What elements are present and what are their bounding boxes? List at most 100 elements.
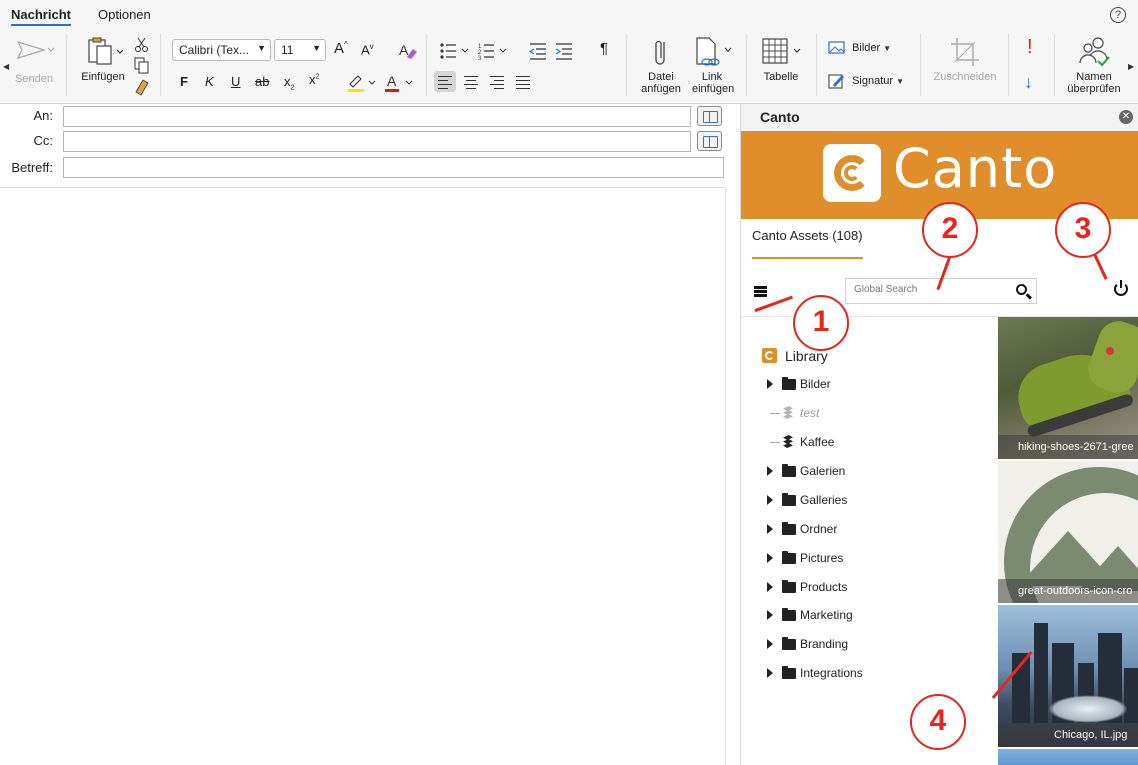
expand-arrow-icon[interactable]	[767, 379, 773, 389]
tree-item-label: Kaffee	[800, 435, 835, 449]
italic-button[interactable]: K	[205, 74, 214, 89]
signature-label: Signatur	[852, 74, 894, 87]
folder-icon	[782, 608, 796, 621]
check-names-button[interactable]: Namen überprüfen	[1062, 34, 1126, 100]
expand-arrow-icon[interactable]	[767, 668, 773, 678]
font-size-select[interactable]: 11 ▼	[274, 39, 326, 61]
align-center-button[interactable]	[460, 71, 482, 92]
table-icon	[762, 38, 801, 64]
logout-power-icon[interactable]	[1114, 280, 1128, 296]
folder-icon	[782, 551, 796, 564]
tree-item-galerien[interactable]: Galerien	[767, 463, 967, 481]
callout-2: 2	[922, 202, 978, 258]
menu-icon[interactable]	[754, 286, 767, 297]
align-left-button[interactable]	[434, 71, 456, 92]
expand-arrow-icon[interactable]	[767, 495, 773, 505]
thumbnail-hiking-shoes[interactable]: hiking-shoes-2671-gree	[998, 317, 1138, 459]
send-icon	[16, 40, 55, 60]
tree-item-ordner[interactable]: Ordner	[767, 521, 967, 539]
bullet-list-icon[interactable]	[440, 43, 469, 59]
table-button[interactable]: Tabelle	[756, 36, 806, 90]
font-name-value: Calibri (Tex...	[179, 43, 250, 57]
cc-field[interactable]	[63, 131, 691, 152]
search-input[interactable]	[854, 284, 1004, 295]
chevron-down-icon: ▼	[883, 43, 892, 53]
expand-arrow-icon[interactable]	[767, 639, 773, 649]
attach-file-button[interactable]: Datei anfügen	[638, 36, 684, 98]
tree-item-bilder[interactable]: Bilder	[767, 376, 967, 394]
album-stack-icon	[782, 406, 795, 420]
tree-item-test[interactable]: test	[767, 405, 967, 423]
low-importance-button[interactable]: ↓	[1024, 72, 1033, 93]
ribbon-scroll-right-icon[interactable]: ▶	[1128, 62, 1134, 71]
svg-text:3: 3	[478, 56, 482, 62]
table-label: Tabelle	[763, 71, 799, 83]
to-label: An:	[33, 108, 53, 123]
numbered-list-icon[interactable]: 123	[478, 44, 507, 62]
address-book-cc-button[interactable]	[697, 131, 722, 151]
underline-button[interactable]: U	[231, 74, 240, 89]
tree-item-label: Bilder	[800, 377, 831, 391]
tree-item-galleries[interactable]: Galleries	[767, 492, 967, 510]
subscript-button[interactable]: x2	[284, 74, 294, 92]
tree-item-branding[interactable]: Branding	[767, 636, 967, 654]
tree-item-label: Products	[800, 580, 848, 594]
expand-arrow-icon[interactable]	[767, 466, 773, 476]
expand-arrow-icon[interactable]	[767, 524, 773, 534]
to-field[interactable]	[63, 106, 691, 127]
clear-formatting-icon[interactable]: A	[398, 41, 418, 61]
bold-button[interactable]: F	[180, 74, 188, 89]
highlight-color-icon[interactable]	[348, 75, 376, 92]
thumbnail-great-outdoors[interactable]: great-outdoors-icon-cro	[998, 461, 1138, 603]
show-formatting-button[interactable]: ¶	[600, 40, 608, 57]
signature-button[interactable]: Signatur ▼	[828, 72, 912, 92]
paste-button[interactable]: Einfügen	[78, 36, 128, 90]
cut-icon[interactable]	[135, 37, 148, 52]
strikethrough-button[interactable]: ab	[255, 74, 269, 89]
tab-optionen[interactable]: Optionen	[98, 7, 151, 22]
canto-logo-icon	[823, 144, 881, 202]
message-body[interactable]	[0, 187, 726, 765]
expand-arrow-icon[interactable]	[767, 582, 773, 592]
grow-font-label: A	[334, 40, 345, 57]
shrink-font-button[interactable]: Av	[361, 42, 374, 57]
fountain-image	[1048, 695, 1128, 723]
help-icon[interactable]: ?	[1110, 7, 1126, 23]
images-button[interactable]: Bilder ▼	[828, 41, 900, 59]
crop-button[interactable]: Zuschneiden	[930, 36, 1000, 90]
tab-nachricht[interactable]: Nachricht	[11, 7, 71, 26]
tree-item-marketing[interactable]: Marketing	[767, 607, 967, 625]
grow-font-button[interactable]: A^	[334, 40, 348, 57]
expand-arrow-icon[interactable]	[767, 610, 773, 620]
subject-field[interactable]	[63, 157, 724, 178]
close-icon[interactable]: ✕	[1119, 110, 1133, 124]
ribbon-scroll-left-icon[interactable]: ◀	[3, 62, 9, 71]
copy-icon[interactable]	[134, 57, 149, 74]
tree-item-integrations[interactable]: Integrations	[767, 665, 967, 683]
high-importance-button[interactable]: !	[1027, 36, 1033, 59]
thumbnail-chicago[interactable]: Chicago, IL.jpg	[998, 605, 1138, 747]
tab-canto-assets[interactable]: Canto Assets (108)	[752, 228, 863, 243]
thumbnail-caption: Chicago, IL.jpg	[998, 723, 1138, 747]
font-color-icon[interactable]: A	[385, 73, 413, 92]
tree-item-label: Branding	[800, 637, 849, 651]
tree-item-kaffee[interactable]: Kaffee	[767, 434, 967, 452]
align-right-button[interactable]	[486, 71, 508, 92]
send-label: Senden	[15, 73, 53, 85]
justify-button[interactable]	[512, 71, 534, 92]
folder-icon	[782, 377, 796, 390]
decrease-indent-icon[interactable]	[528, 43, 546, 60]
insert-link-button[interactable]: Link einfügen	[688, 36, 736, 98]
thumbnail-caption: hiking-shoes-2671-gree	[998, 435, 1138, 459]
search-icon[interactable]	[1016, 284, 1027, 295]
tree-item-products[interactable]: Products	[767, 579, 967, 597]
expand-arrow-icon[interactable]	[767, 553, 773, 563]
address-book-to-button[interactable]	[697, 106, 722, 126]
superscript-button[interactable]: x2	[309, 72, 319, 87]
increase-indent-icon[interactable]	[555, 43, 572, 60]
font-name-select[interactable]: Calibri (Tex... ▼	[172, 39, 271, 61]
send-button[interactable]: Senden	[12, 38, 56, 88]
thumbnail-partial[interactable]	[998, 749, 1138, 765]
tree-item-pictures[interactable]: Pictures	[767, 550, 967, 568]
format-painter-icon[interactable]	[135, 79, 149, 96]
